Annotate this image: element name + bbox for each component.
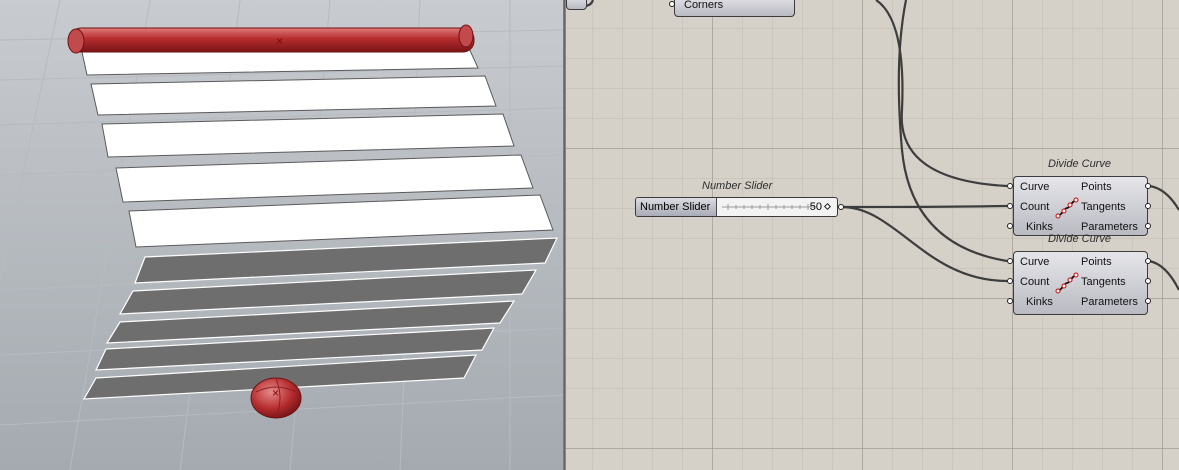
- selected-sphere[interactable]: ×: [250, 377, 302, 419]
- divide-curve-icon: [1055, 197, 1079, 219]
- divide-curve-icon: [1055, 272, 1079, 294]
- wire: [841, 205, 1008, 283]
- input-curve: Curve: [1020, 256, 1050, 268]
- divide-curve-title: Divide Curve: [1048, 158, 1111, 170]
- number-slider-output-grip[interactable]: [838, 204, 844, 210]
- input-grip[interactable]: [1007, 278, 1013, 284]
- wire: [1148, 184, 1179, 211]
- output-grip[interactable]: [1145, 278, 1151, 284]
- selected-rail[interactable]: ×: [67, 24, 475, 54]
- wire: [841, 204, 1008, 209]
- input-grip[interactable]: [1007, 298, 1013, 304]
- input-grip[interactable]: [1007, 223, 1013, 229]
- input-count: Count: [1020, 276, 1050, 288]
- output-tangents: Tangents: [1081, 276, 1126, 288]
- output-grip[interactable]: [1145, 203, 1151, 209]
- output-tangents: Tangents: [1081, 201, 1126, 213]
- divide-curve-component[interactable]: Curve Count Kinks Points Tangents Parame…: [1013, 176, 1148, 236]
- selection-marker-icon: ×: [276, 34, 283, 48]
- input-kinks: Kinks: [1026, 296, 1053, 308]
- input-grip[interactable]: [1007, 258, 1013, 264]
- wire: [897, 0, 1008, 263]
- number-slider-label: Number Slider: [636, 198, 717, 216]
- input-grip[interactable]: [1007, 203, 1013, 209]
- selection-marker-icon: ×: [272, 386, 279, 400]
- viewport-scene: × ×: [0, 0, 563, 470]
- grasshopper-canvas[interactable]: Corners Number Slider Number Slider 50 D…: [566, 0, 1179, 470]
- number-slider[interactable]: Number Slider 50: [635, 197, 838, 217]
- rhino-viewport[interactable]: × ×: [0, 0, 563, 470]
- output-grip[interactable]: [1145, 183, 1151, 189]
- wire: [1148, 259, 1179, 291]
- output-grip[interactable]: [1145, 298, 1151, 304]
- divide-curve-title: Divide Curve: [1048, 233, 1111, 245]
- corners-input-grip[interactable]: [669, 1, 675, 7]
- output-points: Points: [1081, 181, 1112, 193]
- output-parameters: Parameters: [1081, 296, 1138, 308]
- corners-component[interactable]: Corners: [674, 0, 795, 17]
- input-grip[interactable]: [1007, 183, 1013, 189]
- divide-curve-component[interactable]: Curve Count Kinks Points Tangents Parame…: [1013, 251, 1148, 315]
- slider-grip-icon[interactable]: [823, 202, 832, 211]
- output-grip[interactable]: [1145, 223, 1151, 229]
- partial-component[interactable]: [566, 0, 587, 10]
- number-slider-value: 50: [809, 201, 822, 213]
- output-grip[interactable]: [1145, 258, 1151, 264]
- number-slider-title: Number Slider: [702, 180, 773, 192]
- corners-output-label: Corners: [684, 0, 724, 11]
- output-points: Points: [1081, 256, 1112, 268]
- input-curve: Curve: [1020, 181, 1050, 193]
- wire: [875, 0, 1008, 188]
- input-count: Count: [1020, 201, 1050, 213]
